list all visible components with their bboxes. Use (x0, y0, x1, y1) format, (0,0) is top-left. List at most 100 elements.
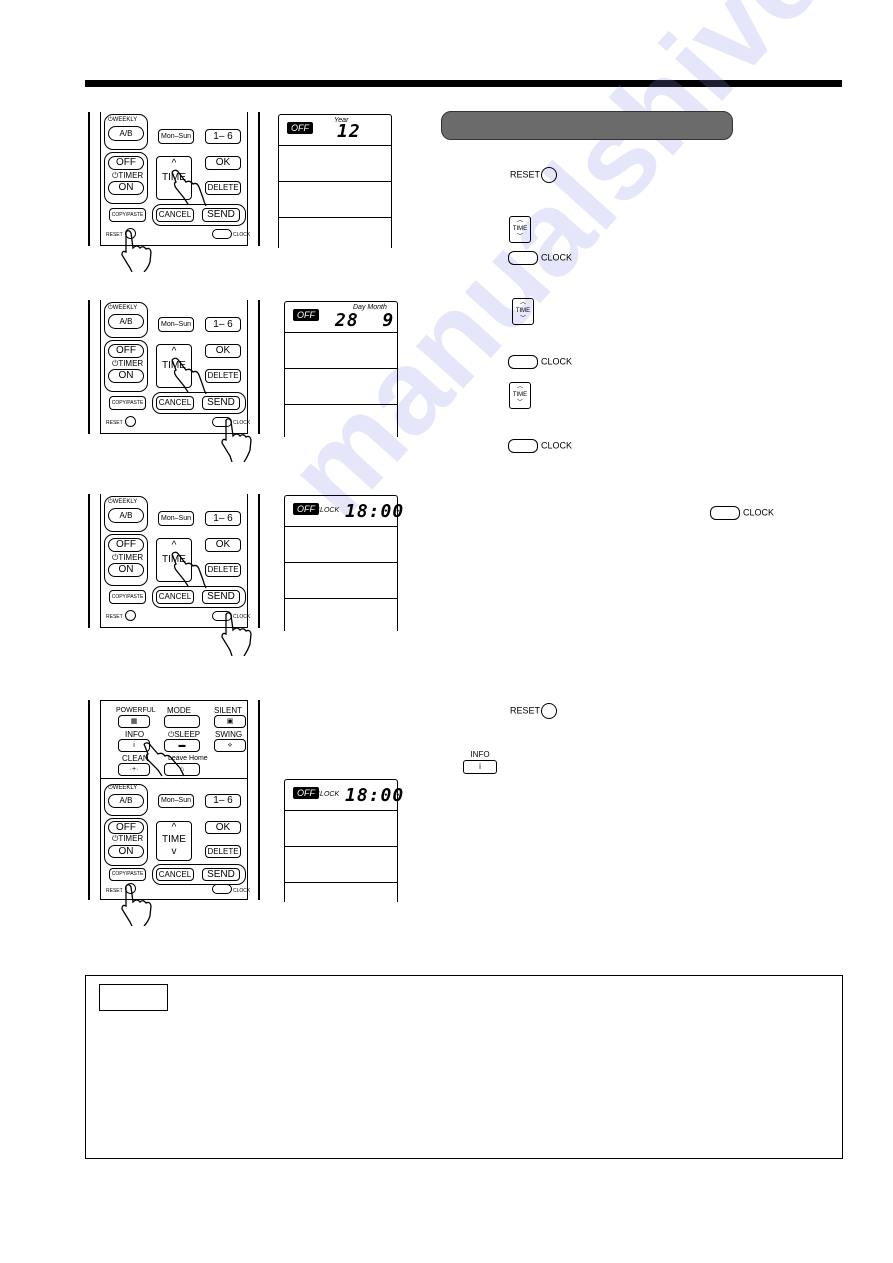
timer-on-button: ON (108, 563, 144, 577)
timer-label: ⏻TIMER (112, 834, 144, 843)
pointing-hand-icon (171, 551, 207, 589)
note-label-box (99, 984, 168, 1011)
one-six-button: 1– 6 (205, 317, 241, 332)
delete-button: DELETE (205, 181, 241, 195)
one-six-button: 1– 6 (205, 794, 241, 808)
chevron-up-icon: ︿ (516, 384, 523, 390)
inline-time-button: ︿ TIME ﹀ (509, 216, 531, 243)
off-badge: OFF (287, 122, 313, 134)
chevron-up-icon: ︿ (516, 218, 523, 224)
pointing-hand-icon (221, 612, 252, 656)
inline-reset-button: RESET (510, 167, 558, 183)
reset-label: RESET (106, 614, 123, 620)
inline-time-button: ︿ TIME ﹀ (512, 298, 534, 325)
weekly-label: ⏻WEEKLY (108, 305, 138, 311)
timer-off-button: OFF (108, 344, 144, 358)
weekly-label: ⏻WEEKLY (108, 117, 138, 123)
delete-button: DELETE (205, 563, 241, 577)
reset-button (125, 610, 136, 621)
inline-time-button: ︿ TIME ﹀ (509, 382, 531, 409)
powerful-button: ▦ (118, 715, 150, 728)
lcd-display-4: OFF CLOCK 18:00 (284, 779, 403, 902)
timer-label: ⏻TIMER (112, 359, 144, 368)
send-button: SEND (202, 208, 240, 222)
section-header-bar (441, 111, 733, 140)
copy-paste-button: COPY/PASTE (109, 208, 146, 222)
ok-button: OK (205, 156, 241, 170)
pointing-hand-icon (121, 884, 152, 926)
timer-off-button: OFF (108, 538, 144, 552)
delete-button: DELETE (205, 369, 241, 383)
one-six-button: 1– 6 (205, 511, 241, 526)
ab-button: A/B (108, 508, 144, 523)
chevron-up-icon: ︿ (519, 300, 526, 306)
send-button: SEND (202, 396, 240, 410)
cancel-button: CANCEL (156, 208, 194, 222)
lcd-value: 12 (337, 121, 361, 142)
inline-clock-button: CLOCK (508, 251, 572, 265)
lcd-value: 18:00 (345, 501, 405, 522)
remote-illustration-4: POWERFUL ▦ MODE SILENT ▣ INFO i ⏻SLEEP ▬… (88, 700, 260, 900)
delete-button: DELETE (205, 845, 241, 858)
chevron-down-icon: ﹀ (516, 400, 523, 406)
chevron-up-icon: ^ (171, 822, 177, 833)
mode-button (164, 715, 200, 728)
clock-label: CLOCK (233, 888, 251, 894)
lcd-value: 18:00 (345, 785, 405, 806)
ab-button: A/B (108, 126, 144, 141)
copy-paste-button: COPY/PASTE (109, 396, 146, 410)
off-badge: OFF (293, 309, 319, 321)
lcd-display-3: OFF CLOCK 18:00 (284, 495, 403, 631)
ok-button: OK (205, 821, 241, 834)
send-button: SEND (202, 590, 240, 604)
pointing-hand-icon (171, 169, 207, 207)
clock-button (212, 229, 232, 239)
inline-reset-button: RESET (510, 703, 558, 719)
reset-label: RESET (106, 420, 123, 426)
timer-off-button: OFF (108, 821, 144, 834)
top-rule (85, 80, 842, 87)
lcd-caption: CLOCK (315, 507, 340, 514)
clock-label: CLOCK (233, 232, 251, 238)
swing-button: ⟡ (214, 739, 246, 752)
inline-clock-button: CLOCK (710, 506, 774, 520)
timer-on-button: ON (108, 181, 144, 195)
inline-clock-button: CLOCK (508, 355, 572, 369)
cancel-button: CANCEL (156, 396, 194, 410)
copy-paste-button: COPY/PASTE (109, 868, 146, 881)
mon-sun-button: Mon–Sun (158, 511, 194, 526)
weekly-label: ⏻WEEKLY (108, 499, 138, 505)
copy-paste-button: COPY/PASTE (109, 590, 146, 604)
timer-on-button: ON (108, 369, 144, 383)
lcd-display-2: OFF Day Month 28 9 (284, 301, 398, 437)
pointing-hand-icon (121, 230, 152, 272)
pointing-hand-icon (143, 742, 185, 777)
silent-button: ▣ (214, 715, 246, 728)
lcd-value: 28 9 (335, 310, 395, 331)
reset-button (125, 416, 136, 427)
clock-button (212, 884, 232, 894)
cancel-button: CANCEL (156, 590, 194, 604)
info-icon: i (463, 760, 497, 774)
time-button: ^ TIME v (156, 821, 192, 861)
pointing-hand-icon (221, 418, 252, 462)
note-box (85, 975, 843, 1159)
one-six-button: 1– 6 (205, 129, 241, 144)
ab-button: A/B (108, 794, 144, 808)
lcd-display-1: OFF Year 12 (278, 114, 392, 248)
chevron-down-icon: ﹀ (519, 316, 526, 322)
cancel-button: CANCEL (156, 868, 194, 881)
chevron-down-icon: ﹀ (516, 234, 523, 240)
mon-sun-button: Mon–Sun (158, 317, 194, 332)
ab-button: A/B (108, 314, 144, 329)
mon-sun-button: Mon–Sun (158, 794, 194, 808)
ok-button: OK (205, 538, 241, 552)
chevron-down-icon: v (171, 846, 177, 857)
timer-off-button: OFF (108, 156, 144, 170)
timer-label: ⏻TIMER (112, 171, 144, 180)
lcd-caption: CLOCK (315, 791, 340, 798)
weekly-label: ⏻WEEKLY (108, 785, 138, 791)
timer-on-button: ON (108, 845, 144, 858)
inline-clock-button: CLOCK (508, 439, 572, 453)
timer-label: ⏻TIMER (112, 553, 144, 562)
